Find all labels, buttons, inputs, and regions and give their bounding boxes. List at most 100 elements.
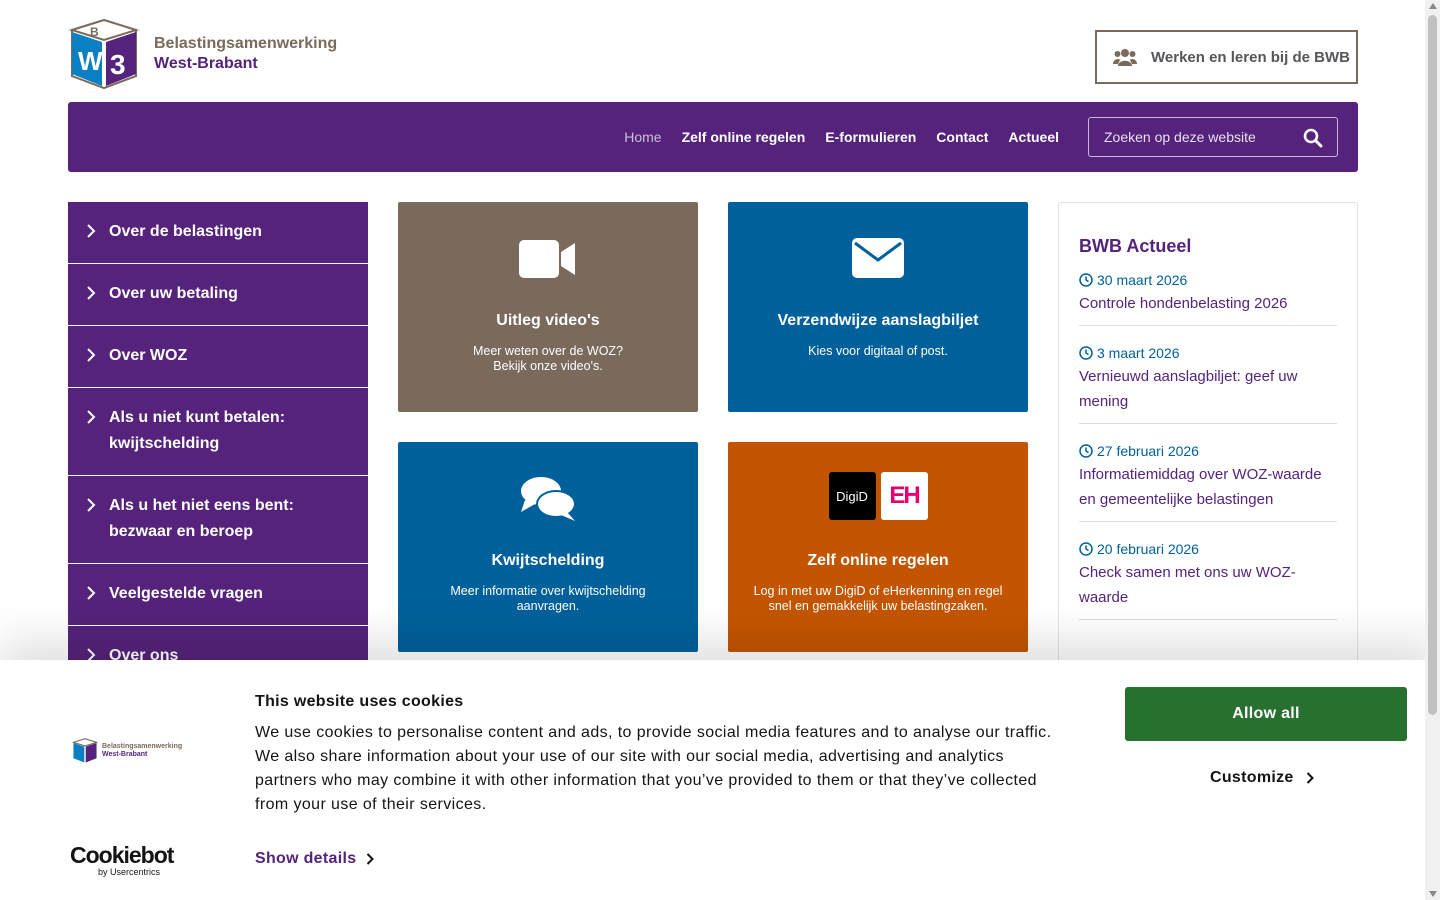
cookiebot-logo[interactable]: Cookiebot by Usercentrics <box>70 843 174 877</box>
news-date-text: 27 februari 2026 <box>1097 443 1199 459</box>
tile-title: Uitleg video's <box>496 312 600 329</box>
sidebar-item-kwijtschelding[interactable]: Als u niet kunt betalen: kwijtschelding <box>68 388 368 476</box>
sidebar-item-veelgestelde-vragen[interactable]: Veelgestelde vragen <box>68 564 368 626</box>
sidebar-item-over-de-belastingen[interactable]: Over de belastingen <box>68 202 368 264</box>
news-item-title[interactable]: Controle hondenbelasting 2026 <box>1079 291 1337 316</box>
sidebar-item-label: Als u niet kunt betalen: kwijtschelding <box>109 409 286 452</box>
chevron-right-icon <box>87 348 96 362</box>
tile-desc-line: Bekijk onze video's. <box>493 359 603 373</box>
chevron-right-icon <box>87 410 96 424</box>
tile-description: Kies voor digitaal of post. <box>758 344 998 359</box>
tile-zelf-online-regelen[interactable]: DigiD EH Zelf online regelen Log in met … <box>728 442 1028 652</box>
news-item[interactable]: 3 maart 2026 Vernieuwd aanslagbiljet: ge… <box>1079 326 1337 424</box>
clock-icon <box>1079 444 1093 458</box>
news-item-title[interactable]: Vernieuwd aanslagbiljet: geef uw mening <box>1079 364 1337 414</box>
sidebar-item-label: Over uw betaling <box>109 285 238 302</box>
sidebar-item-label: Als u het niet eens bent: bezwaar en ber… <box>109 497 294 540</box>
bwb-mini-logo-icon <box>72 738 98 763</box>
work-at-bwb-button[interactable]: Werken en leren bij de BWB <box>1095 30 1358 84</box>
tile-description: Meer weten over de WOZ? Bekijk onze vide… <box>428 344 668 374</box>
eherkenning-logo-icon: EH <box>880 472 928 520</box>
bwb-logo-icon[interactable]: W 3 B <box>68 18 140 90</box>
main-navbar: Home Zelf online regelen E-formulieren C… <box>68 102 1358 172</box>
customize-button[interactable]: Customize <box>1210 769 1314 787</box>
chevron-right-icon <box>1306 772 1314 784</box>
chevron-right-icon <box>87 286 96 300</box>
search-box <box>1088 117 1338 157</box>
scroll-up-arrow-icon[interactable] <box>1429 3 1437 9</box>
tile-title: Kwijtschelding <box>491 552 605 569</box>
news-date-text: 20 februari 2026 <box>1097 541 1199 557</box>
scroll-thumb[interactable] <box>1428 15 1437 715</box>
mini-logo-line-1: Belastingsamenwerking <box>102 743 183 750</box>
tile-title: Verzendwijze aanslagbiljet <box>777 312 979 329</box>
tile-description: Meer informatie over kwijtschelding aanv… <box>450 584 646 613</box>
news-item[interactable]: 27 februari 2026 Informatiemiddag over W… <box>1079 424 1337 522</box>
chevron-right-icon <box>87 224 96 238</box>
news-date: 3 maart 2026 <box>1079 344 1337 362</box>
scroll-down-arrow-icon[interactable] <box>1429 891 1437 897</box>
tile-uitleg-videos[interactable]: Uitleg video's Meer weten over de WOZ? B… <box>398 202 698 412</box>
page-scrollbar[interactable] <box>1425 0 1440 900</box>
svg-text:B: B <box>90 25 99 39</box>
news-title: BWB Actueel <box>1079 236 1192 256</box>
sidebar-item-label: Veelgestelde vragen <box>109 585 263 602</box>
sidebar-menu: Over de belastingen Over uw betaling Ove… <box>68 202 368 688</box>
mini-logo-text: Belastingsamenwerking West-Brabant <box>102 743 182 759</box>
chevron-right-icon <box>367 853 375 865</box>
sidebar-item-over-woz[interactable]: Over WOZ <box>68 326 368 388</box>
cookie-title: This website uses cookies <box>255 693 464 710</box>
svg-text:W: W <box>78 46 103 76</box>
chevron-right-icon <box>87 498 96 512</box>
clock-icon <box>1079 273 1093 287</box>
logo-line-1: Belastingsamenwerking <box>154 35 338 52</box>
cookiebot-by: by Usercentrics <box>98 867 161 877</box>
search-icon[interactable] <box>1303 128 1323 148</box>
chevron-right-icon <box>87 586 96 600</box>
sidebar-item-label: Over WOZ <box>109 347 188 364</box>
tile-kwijtschelding[interactable]: Kwijtschelding Meer informatie over kwij… <box>398 442 698 652</box>
news-item-title[interactable]: Check samen met ons uw WOZ-waarde <box>1079 560 1337 610</box>
news-item-title[interactable]: Informatiemiddag over WOZ-waarde en geme… <box>1079 462 1337 512</box>
video-camera-icon <box>519 240 575 278</box>
news-date-text: 3 maart 2026 <box>1097 345 1180 361</box>
cookie-text: We use cookies to personalise content an… <box>255 724 1052 813</box>
sidebar-item-over-uw-betaling[interactable]: Over uw betaling <box>68 264 368 326</box>
nav-e-formulieren[interactable]: E-formulieren <box>825 129 916 145</box>
tile-verzendwijze-aanslagbiljet[interactable]: Verzendwijze aanslagbiljet Kies voor dig… <box>728 202 1028 412</box>
nav-actueel[interactable]: Actueel <box>1008 129 1059 145</box>
news-date: 30 maart 2026 <box>1079 271 1337 289</box>
show-details-link[interactable]: Show details <box>255 850 375 868</box>
digid-label: DigiD <box>836 488 868 504</box>
tile-desc-line: Meer weten over de WOZ? <box>472 344 624 358</box>
news-panel: BWB Actueel 30 maart 2026 Controle honde… <box>1058 202 1358 722</box>
nav-links: Home Zelf online regelen E-formulieren C… <box>624 102 1059 172</box>
logo-line-2: West-Brabant <box>154 55 258 72</box>
svg-text:3: 3 <box>110 49 126 80</box>
nav-contact[interactable]: Contact <box>936 129 988 145</box>
news-item[interactable]: 30 maart 2026 Controle hondenbelasting 2… <box>1079 271 1337 326</box>
news-item[interactable]: 20 februari 2026 Check samen met ons uw … <box>1079 522 1337 620</box>
tile-desc-line: Kies voor digitaal of post. <box>808 344 948 358</box>
tile-title: Zelf online regelen <box>807 552 949 569</box>
news-date-text: 30 maart 2026 <box>1097 272 1188 288</box>
users-icon <box>1113 49 1137 66</box>
clock-icon <box>1079 542 1093 556</box>
show-details-label: Show details <box>255 850 357 867</box>
chat-bubbles-icon <box>519 475 576 521</box>
clock-icon <box>1079 346 1093 360</box>
search-input[interactable] <box>1089 129 1289 145</box>
tile-description: Log in met uw DigiD of eHerkenning en re… <box>753 584 1003 613</box>
digid-eherkenning-logos: DigiD EH <box>828 472 928 522</box>
logo-text[interactable]: Belastingsamenwerking West-Brabant <box>154 34 337 74</box>
cookie-site-logo: Belastingsamenwerking West-Brabant <box>72 738 182 764</box>
news-date: 27 februari 2026 <box>1079 442 1337 460</box>
allow-all-button[interactable]: Allow all <box>1125 687 1407 741</box>
sidebar-item-label: Over de belastingen <box>109 223 262 240</box>
sidebar-item-bezwaar-en-beroep[interactable]: Als u het niet eens bent: bezwaar en ber… <box>68 476 368 564</box>
nav-zelf-online-regelen[interactable]: Zelf online regelen <box>682 129 806 145</box>
work-button-label: Werken en leren bij de BWB <box>1151 48 1350 66</box>
site-header: W 3 B Belastingsamenwerking West-Brabant… <box>68 18 1358 90</box>
envelope-icon <box>852 238 904 278</box>
nav-home[interactable]: Home <box>624 129 661 145</box>
